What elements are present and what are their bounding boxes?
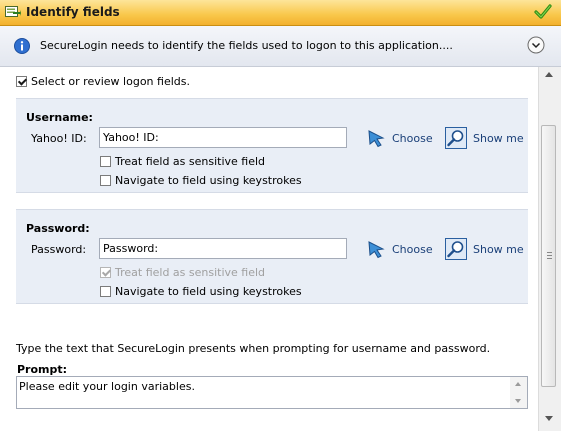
- form-arrow-icon: [5, 6, 21, 17]
- prompt-scrollbar[interactable]: [510, 377, 527, 408]
- grip-line: [547, 252, 552, 253]
- magnifier-icon[interactable]: [445, 238, 467, 260]
- select-review-checkbox[interactable]: [16, 76, 27, 87]
- prompt-scroll-up-icon[interactable]: [515, 382, 521, 386]
- window-title: Identify fields: [26, 5, 120, 19]
- grip-line: [547, 258, 552, 259]
- password-choose-link[interactable]: Choose: [392, 243, 433, 256]
- username-section: Username: Yahoo! ID: Yahoo! ID: Choose S…: [16, 98, 528, 193]
- prompt-textarea[interactable]: Please edit your login variables.: [16, 376, 528, 409]
- info-message: SecureLogin needs to identify the fields…: [40, 39, 453, 52]
- username-heading: Username:: [26, 111, 93, 124]
- username-field[interactable]: Yahoo! ID:: [99, 127, 347, 148]
- password-sensitive-label: Treat field as sensitive field: [115, 266, 266, 279]
- choose-arrow-icon[interactable]: [366, 239, 386, 259]
- password-heading: Password:: [26, 222, 90, 235]
- username-keystrokes-label: Navigate to field using keystrokes: [115, 174, 302, 187]
- password-sensitive-checkbox[interactable]: [100, 267, 111, 278]
- info-icon: [14, 38, 30, 54]
- prompt-scroll-down-icon[interactable]: [515, 399, 521, 403]
- magnifier-icon[interactable]: [445, 127, 467, 149]
- password-field-label: Password:: [31, 243, 87, 256]
- prompt-instructions: Type the text that SecureLogin presents …: [16, 342, 491, 355]
- password-keystrokes-label: Navigate to field using keystrokes: [115, 285, 302, 298]
- choose-arrow-icon[interactable]: [366, 128, 386, 148]
- username-choose-link[interactable]: Choose: [392, 132, 433, 145]
- checkmark-icon[interactable]: [534, 3, 552, 21]
- password-keystrokes-checkbox[interactable]: [100, 286, 111, 297]
- chevron-collapse-icon[interactable]: [527, 36, 545, 54]
- username-keystrokes-checkbox[interactable]: [100, 175, 111, 186]
- scroll-up-icon[interactable]: [545, 72, 553, 77]
- prompt-label: Prompt:: [17, 363, 68, 376]
- prompt-text: Please edit your login variables.: [19, 380, 195, 393]
- scroll-thumb[interactable]: [541, 125, 556, 387]
- password-section: Password: Password: Password: Choose Sho…: [16, 209, 528, 304]
- username-sensitive-checkbox[interactable]: [100, 156, 111, 167]
- title-bar: Identify fields: [0, 0, 561, 26]
- grip-line: [547, 255, 552, 256]
- password-show-me-link[interactable]: Show me: [473, 243, 524, 256]
- select-review-label: Select or review logon fields.: [31, 75, 190, 88]
- info-banner: SecureLogin needs to identify the fields…: [0, 26, 561, 67]
- username-sensitive-label: Treat field as sensitive field: [115, 155, 266, 168]
- password-field[interactable]: Password:: [99, 238, 347, 259]
- username-show-me-link[interactable]: Show me: [473, 132, 524, 145]
- scroll-down-icon[interactable]: [545, 416, 553, 421]
- main-scrollbar[interactable]: [538, 67, 561, 431]
- username-field-label: Yahoo! ID:: [31, 132, 87, 145]
